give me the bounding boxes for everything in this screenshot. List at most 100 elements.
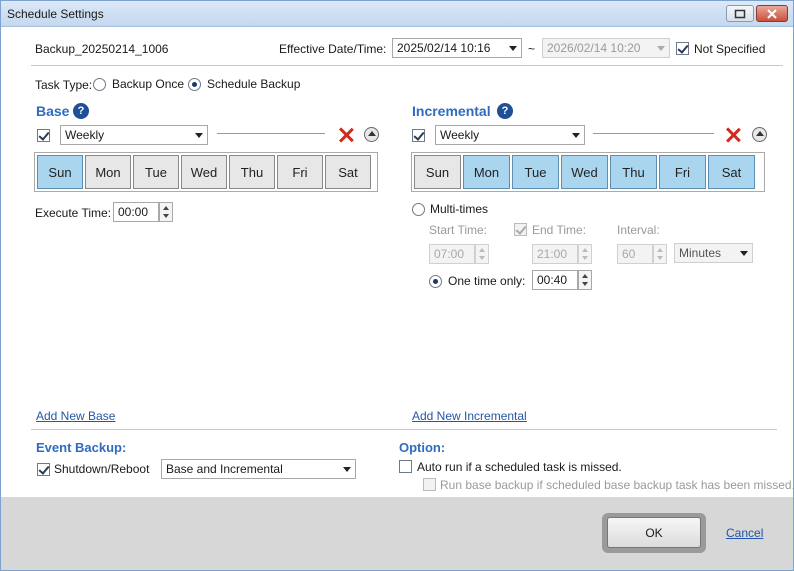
base-day-wed[interactable]: Wed xyxy=(181,155,227,189)
base-help-icon[interactable]: ? xyxy=(73,103,89,119)
not-specified-label: Not Specified xyxy=(694,42,766,56)
base-day-thu[interactable]: Thu xyxy=(229,155,275,189)
incremental-help-icon[interactable]: ? xyxy=(497,103,513,119)
interval-stepper[interactable] xyxy=(653,244,667,264)
one-time-stepper[interactable] xyxy=(578,270,592,290)
collapse-incremental-icon[interactable] xyxy=(752,127,767,142)
option-title: Option: xyxy=(399,440,446,455)
one-time-only-label: One time only: xyxy=(448,274,526,288)
schedule-settings-window: Schedule Settings Backup_20250214_1006 E… xyxy=(0,0,794,571)
base-day-tue[interactable]: Tue xyxy=(133,155,179,189)
one-time-only-radio[interactable] xyxy=(429,275,442,288)
incremental-day-wed[interactable]: Wed xyxy=(561,155,608,189)
incremental-day-tue[interactable]: Tue xyxy=(512,155,559,189)
interval-unit-value: Minutes xyxy=(679,246,722,260)
incremental-frequency-value: Weekly xyxy=(440,128,480,142)
incremental-day-sun[interactable]: Sun xyxy=(414,155,461,189)
base-day-fri[interactable]: Fri xyxy=(277,155,323,189)
title-bar[interactable]: Schedule Settings xyxy=(1,1,793,27)
base-day-sat[interactable]: Sat xyxy=(325,155,371,189)
interval-unit-select[interactable]: Minutes xyxy=(674,243,753,263)
not-specified-checkbox[interactable] xyxy=(676,42,689,55)
base-frequency-select[interactable]: Weekly xyxy=(60,125,208,145)
task-name: Backup_20250214_1006 xyxy=(35,42,169,56)
down-arrow-icon xyxy=(163,214,169,218)
down-arrow-icon xyxy=(582,256,588,260)
end-time-input[interactable]: 21:00 xyxy=(532,244,578,264)
end-time-label: End Time: xyxy=(532,223,587,237)
ok-button[interactable]: OK xyxy=(607,517,701,548)
collapse-base-icon[interactable] xyxy=(364,127,379,142)
maximize-button[interactable] xyxy=(726,5,754,22)
close-icon xyxy=(767,8,777,19)
down-arrow-icon xyxy=(657,256,663,260)
execute-time-input[interactable]: 00:00 xyxy=(113,202,159,222)
incremental-day-fri[interactable]: Fri xyxy=(659,155,706,189)
start-time-stepper[interactable] xyxy=(475,244,489,264)
incremental-rule xyxy=(593,133,714,134)
incremental-day-thu[interactable]: Thu xyxy=(610,155,657,189)
start-time-input[interactable]: 07:00 xyxy=(429,244,475,264)
chevron-down-icon xyxy=(572,133,580,138)
start-datetime-value: 2025/02/14 10:16 xyxy=(397,41,491,55)
schedule-backup-radio[interactable] xyxy=(188,78,201,91)
base-rule xyxy=(217,133,325,134)
chevron-down-icon xyxy=(657,46,665,51)
base-enable-checkbox[interactable] xyxy=(37,129,50,142)
bottom-divider xyxy=(31,429,777,430)
shutdown-reboot-checkbox[interactable] xyxy=(37,463,50,476)
delete-incremental-icon[interactable] xyxy=(724,126,742,144)
incremental-day-selector: Sun Mon Tue Wed Thu Fri Sat xyxy=(411,152,765,192)
incremental-day-sat[interactable]: Sat xyxy=(708,155,755,189)
incremental-enable-checkbox[interactable] xyxy=(412,129,425,142)
down-arrow-icon xyxy=(479,256,485,260)
close-button[interactable] xyxy=(756,5,788,22)
task-type-label: Task Type: xyxy=(35,78,93,92)
end-datetime-value: 2026/02/14 10:20 xyxy=(547,41,641,55)
base-day-selector: Sun Mon Tue Wed Thu Fri Sat xyxy=(34,152,378,192)
auto-run-checkbox[interactable] xyxy=(399,460,412,473)
end-time-stepper[interactable] xyxy=(578,244,592,264)
base-title: Base xyxy=(36,103,70,119)
maximize-icon xyxy=(734,9,746,18)
auto-run-label: Auto run if a scheduled task is missed. xyxy=(417,460,622,474)
one-time-input[interactable]: 00:40 xyxy=(532,270,578,290)
ok-button-label: OK xyxy=(645,525,663,540)
up-arrow-icon xyxy=(582,274,588,278)
chevron-down-icon xyxy=(343,467,351,472)
add-new-base-link[interactable]: Add New Base xyxy=(36,409,115,423)
cancel-link[interactable]: Cancel xyxy=(726,526,763,540)
multi-times-radio[interactable] xyxy=(412,203,425,216)
execute-time-label: Execute Time: xyxy=(35,206,112,220)
incremental-day-mon[interactable]: Mon xyxy=(463,155,510,189)
event-backup-mode-value: Base and Incremental xyxy=(166,462,283,476)
up-arrow-icon xyxy=(479,248,485,252)
base-day-mon[interactable]: Mon xyxy=(85,155,131,189)
base-day-sun[interactable]: Sun xyxy=(37,155,83,189)
incremental-title: Incremental xyxy=(412,103,491,119)
schedule-backup-label: Schedule Backup xyxy=(207,77,301,91)
window-title: Schedule Settings xyxy=(7,7,104,21)
add-new-incremental-link[interactable]: Add New Incremental xyxy=(412,409,527,423)
event-backup-title: Event Backup: xyxy=(36,440,127,455)
backup-once-radio[interactable] xyxy=(93,78,106,91)
chevron-down-icon xyxy=(195,133,203,138)
effective-date-label: Effective Date/Time: xyxy=(279,42,387,56)
run-base-checkbox[interactable] xyxy=(423,478,436,491)
up-arrow-icon xyxy=(163,206,169,210)
backup-once-label: Backup Once xyxy=(112,77,185,91)
event-backup-mode-select[interactable]: Base and Incremental xyxy=(161,459,356,479)
chevron-down-icon xyxy=(740,251,748,256)
date-range-separator: ~ xyxy=(528,42,536,56)
delete-base-icon[interactable] xyxy=(337,126,355,144)
end-datetime-select[interactable]: 2026/02/14 10:20 xyxy=(542,38,670,58)
shutdown-reboot-label: Shutdown/Reboot xyxy=(54,462,150,476)
interval-input[interactable]: 60 xyxy=(617,244,653,264)
end-time-checkbox[interactable] xyxy=(514,223,527,236)
down-arrow-icon xyxy=(582,282,588,286)
execute-time-stepper[interactable] xyxy=(159,202,173,222)
start-time-label: Start Time: xyxy=(429,223,488,237)
run-base-label: Run base backup if scheduled base backup… xyxy=(440,478,794,492)
incremental-frequency-select[interactable]: Weekly xyxy=(435,125,585,145)
start-datetime-select[interactable]: 2025/02/14 10:16 xyxy=(392,38,522,58)
